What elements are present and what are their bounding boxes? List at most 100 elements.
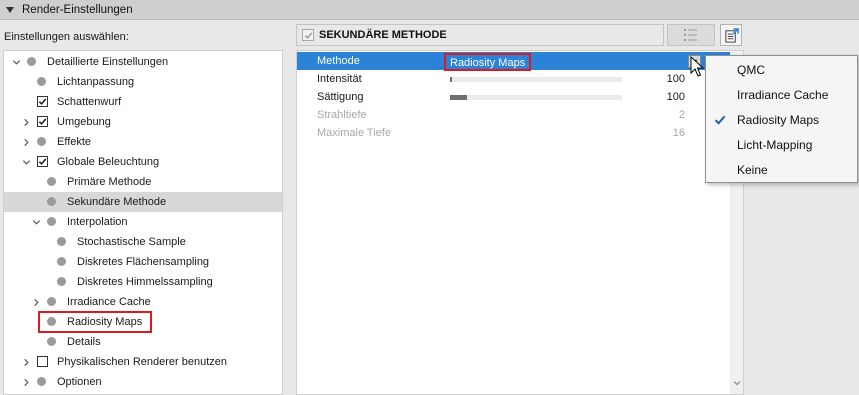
- tree-bullet-icon: [57, 277, 66, 286]
- property-value: 2: [678, 109, 685, 121]
- chevron-right-icon[interactable]: [21, 357, 31, 367]
- check-icon: [38, 118, 47, 125]
- list-view-button[interactable]: [667, 24, 715, 46]
- property-row-intensitaet[interactable]: Intensität 100: [297, 70, 737, 88]
- chevron-down-icon[interactable]: [11, 57, 21, 67]
- property-name: Methode: [317, 55, 360, 67]
- section-title: SEKUNDÄRE METHODE: [319, 29, 447, 41]
- tree-item-label: Sekundäre Methode: [67, 196, 167, 208]
- tree-item[interactable]: Diskretes Flächensampling: [4, 252, 282, 272]
- menu-item-label: Keine: [737, 162, 768, 177]
- tree-item[interactable]: Physikalischen Renderer benutzen: [4, 352, 282, 372]
- collapse-triangle-icon[interactable]: [6, 6, 14, 13]
- tree-item-label: Schattenwurf: [57, 96, 122, 108]
- property-value: 16: [672, 127, 685, 139]
- scroll-down-icon[interactable]: [733, 379, 741, 387]
- tree-item[interactable]: Radiosity Maps: [4, 311, 282, 333]
- tree-item-label: Effekte: [57, 136, 92, 148]
- document-icon: [724, 27, 739, 43]
- menu-item-qmc[interactable]: QMC: [706, 57, 857, 82]
- tree-bullet-icon: [47, 217, 56, 226]
- tree-item[interactable]: Diskretes Himmelssampling: [4, 272, 282, 292]
- menu-item-irradiance-cache[interactable]: Irradiance Cache: [706, 82, 857, 107]
- check-icon: [714, 115, 726, 125]
- intensity-slider[interactable]: [450, 77, 622, 82]
- tree-item-label: Stochastische Sample: [77, 236, 186, 248]
- tree-item-label: Physikalischen Renderer benutzen: [57, 356, 227, 368]
- menu-item-keine[interactable]: Keine: [706, 157, 857, 182]
- menu-item-label: Radiosity Maps: [737, 112, 820, 127]
- tree-item-label: Globale Beleuchtung: [57, 156, 160, 168]
- tree-item[interactable]: Lichtanpassung: [4, 72, 282, 92]
- tree-bullet-icon: [47, 337, 56, 346]
- highlight-box: [38, 311, 152, 333]
- tree-checkbox[interactable]: [37, 116, 48, 127]
- method-dropdown-menu: QMC Irradiance Cache Radiosity Maps Lich…: [705, 55, 858, 183]
- tree-checkbox[interactable]: [37, 96, 48, 107]
- property-name: Strahltiefe: [317, 109, 367, 121]
- menu-item-label: Licht-Mapping: [737, 137, 813, 152]
- chevron-down-icon[interactable]: [21, 157, 31, 167]
- method-value[interactable]: Radiosity Maps: [444, 53, 532, 71]
- list-icon: [684, 29, 697, 41]
- tree-item-label: Primäre Methode: [67, 176, 152, 188]
- property-value: 100: [666, 73, 685, 85]
- tree-item[interactable]: Stochastische Sample: [4, 232, 282, 252]
- tree-item[interactable]: Effekte: [4, 132, 282, 152]
- section-enable-checkbox[interactable]: [302, 29, 314, 41]
- property-row-methode[interactable]: Methode Radiosity Maps: [297, 52, 737, 71]
- panel-title: Render-Einstellungen: [22, 3, 133, 16]
- tree-item[interactable]: Detaillierte Einstellungen: [4, 52, 282, 72]
- tree-item[interactable]: Globale Beleuchtung: [4, 152, 282, 172]
- chevron-right-icon[interactable]: [21, 137, 31, 147]
- mouse-cursor-icon: [690, 56, 705, 77]
- tree-item-label: Diskretes Himmelssampling: [77, 276, 213, 288]
- chevron-right-icon[interactable]: [21, 117, 31, 127]
- tree-item-label: Irradiance Cache: [67, 296, 151, 308]
- tree-bullet-icon: [37, 77, 46, 86]
- property-row-saettigung[interactable]: Sättigung 100: [297, 88, 737, 106]
- chevron-down-icon[interactable]: [31, 217, 41, 227]
- tree-item-label: Umgebung: [57, 116, 111, 128]
- property-name: Sättigung: [317, 91, 364, 103]
- property-row-maximale-tiefe: Maximale Tiefe 16: [297, 124, 737, 142]
- settings-tree: Detaillierte Einstellungen Lichtanpassung…: [3, 50, 283, 395]
- tree-item-label: Interpolation: [67, 216, 128, 228]
- check-icon: [38, 98, 47, 105]
- chevron-right-icon[interactable]: [21, 377, 31, 387]
- tree-bullet-icon: [47, 177, 56, 186]
- menu-item-licht-mapping[interactable]: Licht-Mapping: [706, 132, 857, 157]
- menu-item-radiosity-maps[interactable]: Radiosity Maps: [706, 107, 857, 132]
- menu-item-label: QMC: [737, 62, 765, 77]
- tree-item[interactable]: Details: [4, 332, 282, 352]
- settings-select-label: Einstellungen auswählen:: [4, 31, 129, 43]
- tree-item[interactable]: Primäre Methode: [4, 172, 282, 192]
- tree-item[interactable]: Irradiance Cache: [4, 292, 282, 312]
- property-name: Maximale Tiefe: [317, 127, 391, 139]
- tree-bullet-icon: [37, 137, 46, 146]
- check-icon: [38, 158, 47, 165]
- properties-panel: Methode Radiosity Maps Intensität 100 Sä…: [296, 50, 744, 395]
- panel-titlebar[interactable]: Render-Einstellungen: [0, 0, 859, 20]
- tree-bullet-icon: [27, 57, 36, 66]
- tree-bullet-icon: [47, 197, 56, 206]
- property-value: 100: [666, 91, 685, 103]
- tree-item[interactable]: Sekundäre Methode: [4, 192, 282, 212]
- tree-checkbox[interactable]: [37, 356, 48, 367]
- tree-bullet-icon: [57, 237, 66, 246]
- tree-item-label: Lichtanpassung: [57, 76, 135, 88]
- tree-item[interactable]: Optionen: [4, 372, 282, 392]
- chevron-right-icon[interactable]: [31, 297, 41, 307]
- tree-item-label: Detaillierte Einstellungen: [47, 56, 169, 68]
- property-name: Intensität: [317, 73, 362, 85]
- section-header: SEKUNDÄRE METHODE: [296, 24, 664, 46]
- saturation-slider[interactable]: [450, 95, 622, 100]
- tree-item[interactable]: Umgebung: [4, 112, 282, 132]
- tree-checkbox[interactable]: [37, 156, 48, 167]
- menu-item-label: Irradiance Cache: [737, 87, 829, 102]
- document-settings-button[interactable]: [720, 24, 742, 46]
- tree-item-label: Details: [67, 336, 101, 348]
- tree-item[interactable]: Interpolation: [4, 212, 282, 232]
- tree-bullet-icon: [57, 257, 66, 266]
- tree-item[interactable]: Schattenwurf: [4, 92, 282, 112]
